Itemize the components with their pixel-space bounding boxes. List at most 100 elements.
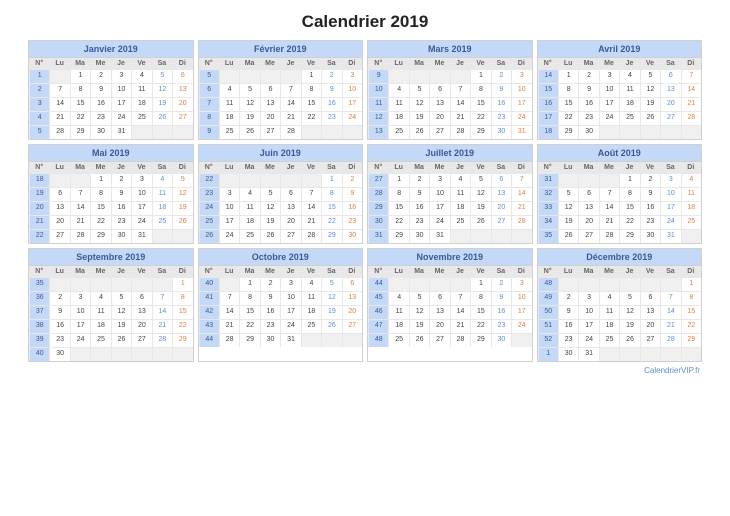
day-cell: 11 bbox=[301, 291, 321, 305]
day-cell: 12 bbox=[470, 187, 490, 201]
day-cell: 6 bbox=[640, 291, 660, 305]
month-header: Avril 2019 bbox=[538, 41, 702, 58]
day-cell: 30 bbox=[342, 229, 362, 243]
day-cell: 1 bbox=[470, 69, 490, 83]
day-cell: 27 bbox=[49, 229, 69, 243]
day-cell: 7 bbox=[219, 291, 239, 305]
page-title: Calendrier 2019 bbox=[28, 12, 702, 32]
day-cell: 21 bbox=[219, 319, 239, 333]
day-cell: 18 bbox=[599, 319, 619, 333]
week-row: 15891011121314 bbox=[538, 83, 702, 97]
day-cell: 15 bbox=[619, 201, 639, 215]
week-row: 711121314151617 bbox=[199, 97, 363, 111]
day-cell: 1 bbox=[301, 69, 321, 83]
month-block: Janvier 2019N°LuMaMeJeVeSaDi112345627891… bbox=[28, 40, 194, 140]
day-cell bbox=[342, 125, 362, 139]
day-cell: 25 bbox=[619, 111, 639, 125]
day-cell: 12 bbox=[558, 201, 578, 215]
day-cell bbox=[70, 347, 90, 361]
day-cell: 2 bbox=[321, 69, 341, 83]
week-number: 11 bbox=[368, 97, 388, 111]
day-cell: 14 bbox=[280, 97, 300, 111]
day-cell bbox=[409, 69, 429, 83]
day-cell: 5 bbox=[111, 291, 131, 305]
day-cell bbox=[388, 277, 408, 291]
day-cell: 20 bbox=[578, 215, 598, 229]
day-cell bbox=[260, 173, 280, 187]
day-cell: 19 bbox=[470, 201, 490, 215]
day-cell: 13 bbox=[640, 305, 660, 319]
week-row: 4428293031 bbox=[199, 333, 363, 347]
day-cell: 7 bbox=[301, 187, 321, 201]
day-cell: 14 bbox=[70, 201, 90, 215]
week-number: 38 bbox=[29, 319, 49, 333]
day-cell: 9 bbox=[90, 83, 110, 97]
week-row: 31293031 bbox=[368, 229, 532, 243]
week-row: 4611121314151617 bbox=[368, 305, 532, 319]
day-cell: 5 bbox=[172, 173, 192, 187]
day-cell: 16 bbox=[260, 305, 280, 319]
day-cell: 11 bbox=[599, 305, 619, 319]
week-row: 2013141516171819 bbox=[29, 201, 193, 215]
week-number: 21 bbox=[29, 215, 49, 229]
day-cell: 29 bbox=[619, 229, 639, 243]
day-cell: 12 bbox=[640, 83, 660, 97]
day-cell: 1 bbox=[172, 277, 192, 291]
day-cell: 2 bbox=[491, 277, 511, 291]
day-cell: 5 bbox=[470, 173, 490, 187]
day-cell bbox=[152, 347, 172, 361]
day-cell bbox=[321, 333, 341, 347]
day-cell: 3 bbox=[660, 173, 680, 187]
day-cell: 8 bbox=[172, 291, 192, 305]
day-cell: 25 bbox=[239, 229, 259, 243]
day-cell: 10 bbox=[511, 83, 531, 97]
week-number: 15 bbox=[538, 83, 558, 97]
week-number: 47 bbox=[368, 319, 388, 333]
day-cell: 13 bbox=[660, 83, 680, 97]
day-cell: 9 bbox=[558, 305, 578, 319]
day-cell: 30 bbox=[409, 229, 429, 243]
day-cell: 29 bbox=[388, 229, 408, 243]
day-cell: 31 bbox=[111, 125, 131, 139]
week-number: 25 bbox=[199, 215, 219, 229]
day-cell: 2 bbox=[260, 277, 280, 291]
day-cell: 13 bbox=[172, 83, 192, 97]
day-cell: 10 bbox=[280, 291, 300, 305]
day-cell: 15 bbox=[70, 97, 90, 111]
weekday-header: N°LuMaMeJeVeSaDi bbox=[368, 266, 532, 277]
week-row: 3816171819202122 bbox=[29, 319, 193, 333]
week-number: 31 bbox=[368, 229, 388, 243]
week-row: 2624252627282930 bbox=[199, 229, 363, 243]
day-cell: 13 bbox=[429, 305, 449, 319]
day-cell: 17 bbox=[111, 97, 131, 111]
month-block: Juin 2019N°LuMaMeJeVeSaDi221223345678924… bbox=[198, 144, 364, 244]
day-cell: 22 bbox=[321, 215, 341, 229]
week-row: 1722232425262728 bbox=[538, 111, 702, 125]
day-cell: 2 bbox=[90, 69, 110, 83]
day-cell: 19 bbox=[640, 97, 660, 111]
day-cell: 12 bbox=[619, 305, 639, 319]
day-cell bbox=[90, 347, 110, 361]
day-cell: 12 bbox=[172, 187, 192, 201]
day-cell: 20 bbox=[49, 215, 69, 229]
day-cell bbox=[619, 277, 639, 291]
week-row: 2120212223242526 bbox=[29, 215, 193, 229]
day-cell: 3 bbox=[131, 173, 151, 187]
day-cell: 11 bbox=[388, 305, 408, 319]
week-number: 13 bbox=[368, 125, 388, 139]
day-cell: 30 bbox=[558, 347, 578, 361]
day-cell: 20 bbox=[280, 215, 300, 229]
day-cell: 10 bbox=[578, 305, 598, 319]
day-cell: 27 bbox=[131, 333, 151, 347]
month-block: Août 2019N°LuMaMeJeVeSaDi311234325678910… bbox=[537, 144, 703, 244]
week-row: 379101112131415 bbox=[29, 305, 193, 319]
weekday-header: N°LuMaMeJeVeSaDi bbox=[199, 266, 363, 277]
day-cell: 16 bbox=[49, 319, 69, 333]
day-cell: 27 bbox=[578, 229, 598, 243]
day-cell bbox=[599, 277, 619, 291]
day-cell: 12 bbox=[152, 83, 172, 97]
day-cell bbox=[111, 347, 131, 361]
day-cell: 21 bbox=[49, 111, 69, 125]
day-cell: 10 bbox=[342, 83, 362, 97]
day-cell: 3 bbox=[511, 69, 531, 83]
